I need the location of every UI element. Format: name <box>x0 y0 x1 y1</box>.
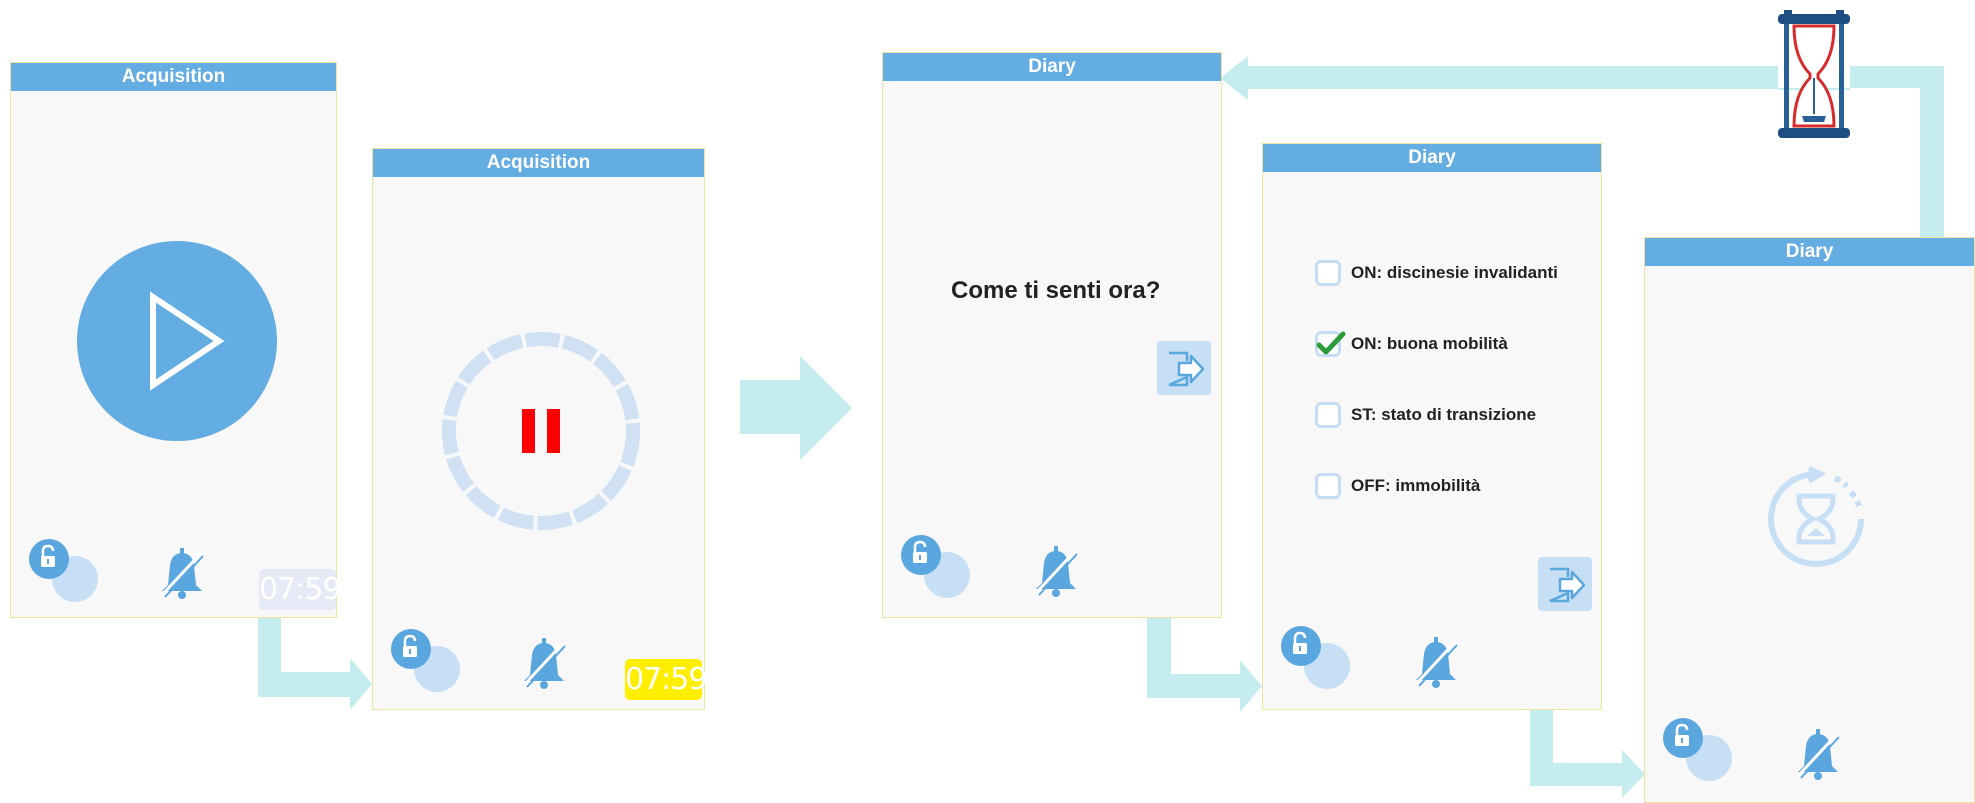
next-button[interactable] <box>1157 341 1211 395</box>
diary-option[interactable]: ON: discinesie invalidanti <box>1315 257 1558 289</box>
play-icon <box>77 241 277 441</box>
exit-icon <box>1538 557 1592 611</box>
screen-diary-options: Diary ON: discinesie invalidanti ON: buo… <box>1262 143 1602 710</box>
bell-off-icon <box>1034 546 1078 597</box>
option-checkbox[interactable] <box>1315 260 1341 286</box>
bell-off-icon <box>1796 729 1840 780</box>
option-checkbox[interactable] <box>1315 473 1341 499</box>
timer-badge: 07:59 <box>259 569 341 610</box>
flow-arrow-diary2-to-diary3 <box>1530 707 1645 798</box>
screen-title: Diary <box>1263 144 1601 172</box>
bell-off-icon <box>1414 637 1458 688</box>
screen-title: Diary <box>1645 238 1974 266</box>
screen-acquisition-idle: Acquisition 07:59 <box>10 62 341 618</box>
lock-toggle-icon <box>29 539 98 602</box>
play-button[interactable] <box>77 241 277 441</box>
lock-toggle-icon <box>1663 718 1732 781</box>
hourglass-icon <box>1774 8 1854 144</box>
bell-off-icon <box>160 548 204 599</box>
screen-diary-question: Diary Come ti senti ora? <box>882 52 1222 618</box>
lock-toggle[interactable] <box>899 533 975 603</box>
screen-title: Acquisition <box>11 63 336 91</box>
bell-off-button[interactable] <box>519 637 569 691</box>
screen-diary-waiting: Diary <box>1644 237 1975 803</box>
option-label: ON: discinesie invalidanti <box>1351 263 1558 282</box>
diary-option[interactable]: OFF: immobilità <box>1315 470 1480 502</box>
bell-off-button[interactable] <box>157 547 207 601</box>
flow-arrow-acq1-to-acq2 <box>258 616 372 710</box>
bell-off-icon <box>522 638 566 689</box>
pause-button[interactable] <box>439 329 643 533</box>
screen-acquisition-recording: Acquisition 07:59 <box>372 148 707 710</box>
option-label: OFF: immobilità <box>1351 476 1481 495</box>
diary-question: Come ti senti ora? <box>951 277 1161 304</box>
hourglass-timer-icon <box>1763 465 1869 572</box>
lock-toggle[interactable] <box>27 537 103 607</box>
lock-toggle-icon <box>901 535 970 598</box>
option-checkbox[interactable] <box>1315 402 1341 428</box>
lock-toggle[interactable] <box>1661 716 1737 786</box>
lock-toggle-icon <box>391 629 460 692</box>
bell-off-button[interactable] <box>1031 545 1081 599</box>
option-checkbox-checked[interactable] <box>1315 331 1346 357</box>
option-label: ON: buona mobilità <box>1351 334 1508 353</box>
bell-off-button[interactable] <box>1411 636 1461 690</box>
lock-toggle[interactable] <box>389 627 465 697</box>
pause-icon <box>442 332 640 530</box>
diary-option[interactable]: ST: stato di transizione <box>1315 399 1536 431</box>
lock-toggle[interactable] <box>1279 624 1355 694</box>
screen-title: Diary <box>883 53 1221 81</box>
checkmark-icon <box>1316 331 1346 355</box>
timer-badge: 07:59 <box>625 659 707 700</box>
lock-toggle-icon <box>1281 626 1350 689</box>
bell-off-button[interactable] <box>1793 728 1843 782</box>
flow-arrow-diary1-to-diary2 <box>1147 616 1262 712</box>
flow-arrow-main <box>740 356 852 460</box>
next-button[interactable] <box>1538 557 1592 611</box>
exit-icon <box>1157 341 1211 395</box>
option-label: ST: stato di transizione <box>1351 405 1537 424</box>
screen-title: Acquisition <box>373 149 704 177</box>
diary-option[interactable]: ON: buona mobilità <box>1315 328 1508 360</box>
